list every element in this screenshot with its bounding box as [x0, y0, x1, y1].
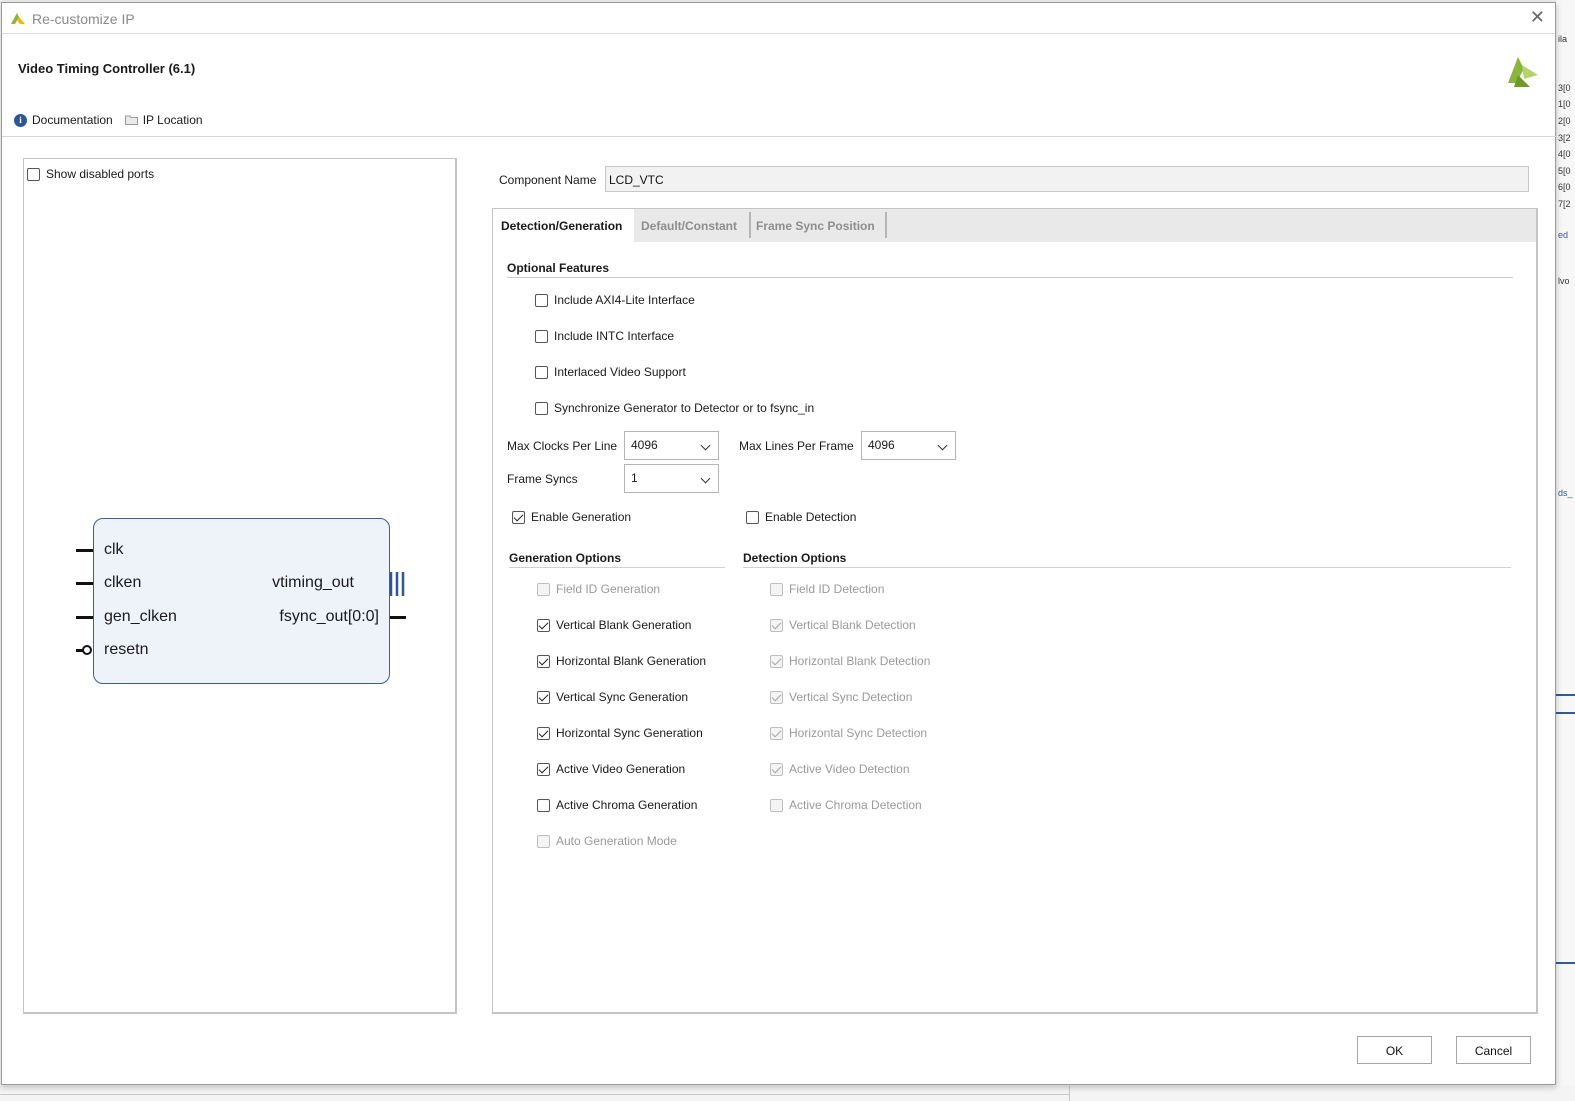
background-text: ed: [1558, 230, 1569, 240]
info-icon: i: [14, 113, 27, 127]
title-bar[interactable]: Re-customize IP ✕: [2, 3, 1555, 34]
show-disabled-ports-label: Show disabled ports: [46, 167, 155, 181]
frame-syncs-label: Frame Syncs: [507, 472, 578, 486]
section-divider: [743, 567, 1511, 568]
header-divider: [2, 136, 1557, 137]
fsync-out-pin: [390, 616, 406, 619]
max-clocks-select[interactable]: 4096: [624, 431, 719, 460]
tab-divider: [749, 212, 751, 238]
auto-generation-mode-checkbox[interactable]: Auto Generation Mode: [537, 834, 677, 848]
port-fsync-out: fsync_out[0:0]: [279, 608, 379, 625]
documentation-link[interactable]: i Documentation: [14, 113, 113, 127]
ip-location-label: IP Location: [142, 113, 203, 127]
detection-options-title: Detection Options: [743, 551, 847, 565]
clken-pin: [76, 582, 93, 585]
max-clocks-label: Max Clocks Per Line: [507, 439, 618, 453]
clk-pin: [76, 549, 93, 552]
background-status: [0, 1086, 1575, 1101]
port-clk: clk: [104, 541, 124, 558]
background-text: 3[0: [1558, 83, 1571, 93]
show-disabled-ports-checkbox[interactable]: Show disabled ports: [27, 167, 154, 181]
active-chroma-generation-checkbox[interactable]: Active Chroma Generation: [537, 798, 697, 812]
port-resetn: resetn: [104, 641, 149, 658]
ok-button[interactable]: OK: [1357, 1036, 1432, 1064]
background-text: 6[0: [1558, 182, 1571, 192]
ip-links: i Documentation IP Location: [14, 111, 215, 129]
active-video-generation-checkbox[interactable]: Active Video Generation: [537, 762, 685, 776]
active-chroma-detection-checkbox[interactable]: Active Chroma Detection: [770, 798, 922, 812]
chevron-down-icon: [700, 473, 711, 484]
background-text: 1[0: [1558, 99, 1571, 109]
interlaced-video-checkbox[interactable]: Interlaced Video Support: [535, 365, 686, 379]
background-text: 4[0: [1558, 149, 1571, 159]
optional-features-title: Optional Features: [507, 261, 610, 275]
component-name-field[interactable]: LCD_VTC: [605, 166, 1529, 192]
active-video-detection-checkbox[interactable]: Active Video Detection: [770, 762, 910, 776]
horizontal-sync-generation-checkbox[interactable]: Horizontal Sync Generation: [537, 726, 703, 740]
component-name-label: Component Name: [499, 173, 597, 187]
background-divider: [1556, 694, 1575, 696]
tab-frame-sync-position[interactable]: Frame Sync Position: [756, 209, 884, 242]
vertical-blank-detection-checkbox[interactable]: Vertical Blank Detection: [770, 618, 916, 632]
ip-location-link[interactable]: IP Location: [124, 113, 203, 127]
chevron-down-icon: [700, 440, 711, 451]
section-divider: [509, 567, 725, 568]
background-text: 5[0: [1558, 166, 1571, 176]
vertical-sync-generation-checkbox[interactable]: Vertical Sync Generation: [537, 690, 688, 704]
checkbox-box: [27, 167, 40, 181]
axi4-lite-checkbox[interactable]: Include AXI4-Lite Interface: [535, 293, 695, 307]
tab-divider: [885, 212, 887, 238]
background-divider: [1556, 712, 1575, 714]
field-id-generation-checkbox[interactable]: Field ID Generation: [537, 582, 660, 596]
close-icon[interactable]: ✕: [1530, 8, 1545, 26]
tab-default-constant[interactable]: Default/Constant: [641, 209, 751, 242]
ip-title: Video Timing Controller (6.1): [18, 61, 196, 76]
tab-panel: Detection/Generation Default/Constant Fr…: [492, 208, 1538, 1014]
sync-generator-checkbox[interactable]: Synchronize Generator to Detector or to …: [535, 401, 814, 415]
background-text: 2[0: [1558, 116, 1571, 126]
frame-syncs-select[interactable]: 1: [624, 464, 719, 493]
active-low-bubble-icon: [82, 645, 92, 655]
max-lines-select[interactable]: 4096: [861, 431, 956, 460]
app-logo-icon: [11, 13, 25, 24]
vertical-sync-detection-checkbox[interactable]: Vertical Sync Detection: [770, 690, 912, 704]
window-title: Re-customize IP: [32, 11, 135, 27]
field-id-detection-checkbox[interactable]: Field ID Detection: [770, 582, 884, 596]
cancel-button[interactable]: Cancel: [1456, 1036, 1531, 1064]
background-text: 7[2: [1558, 199, 1571, 209]
chevron-down-icon: [937, 440, 948, 451]
generation-options-title: Generation Options: [509, 551, 622, 565]
background-text: ds_: [1558, 488, 1573, 498]
vertical-blank-generation-checkbox[interactable]: Vertical Blank Generation: [537, 618, 691, 632]
ip-block-symbol: clk clken gen_clken resetn vtiming_out f…: [93, 518, 390, 684]
folder-icon: [124, 115, 138, 125]
port-vtiming-out: vtiming_out: [272, 574, 354, 591]
documentation-label: Documentation: [32, 113, 113, 127]
horizontal-blank-detection-checkbox[interactable]: Horizontal Blank Detection: [770, 654, 930, 668]
enable-generation-checkbox[interactable]: Enable Generation: [512, 510, 631, 524]
background-text: lvo: [1558, 276, 1570, 286]
ip-symbol-panel: Show disabled ports clk clken gen_clken …: [23, 158, 457, 1014]
brand-logo-icon: [1508, 57, 1538, 87]
background-divider: [1556, 962, 1575, 964]
gen-clken-pin: [76, 616, 93, 619]
max-lines-label: Max Lines Per Frame: [739, 439, 854, 453]
intc-interface-checkbox[interactable]: Include INTC Interface: [535, 329, 674, 343]
enable-detection-checkbox[interactable]: Enable Detection: [746, 510, 856, 524]
port-clken: clken: [104, 574, 142, 591]
section-divider: [507, 277, 1513, 278]
port-gen-clken: gen_clken: [104, 608, 177, 625]
background-text: 3[2: [1558, 133, 1571, 143]
tab-detection-generation[interactable]: Detection/Generation: [493, 209, 634, 242]
horizontal-blank-generation-checkbox[interactable]: Horizontal Blank Generation: [537, 654, 706, 668]
background-text: ila: [1558, 34, 1568, 44]
horizontal-sync-detection-checkbox[interactable]: Horizontal Sync Detection: [770, 726, 927, 740]
tab-strip: Detection/Generation Default/Constant Fr…: [493, 209, 1536, 242]
background-app-panel: ila 3[0 1[0 2[0 3[2 4[0 5[0 6[0 7[2 ed l…: [1556, 0, 1575, 1101]
recustomize-ip-dialog: Re-customize IP ✕ Video Timing Controlle…: [1, 2, 1557, 1085]
